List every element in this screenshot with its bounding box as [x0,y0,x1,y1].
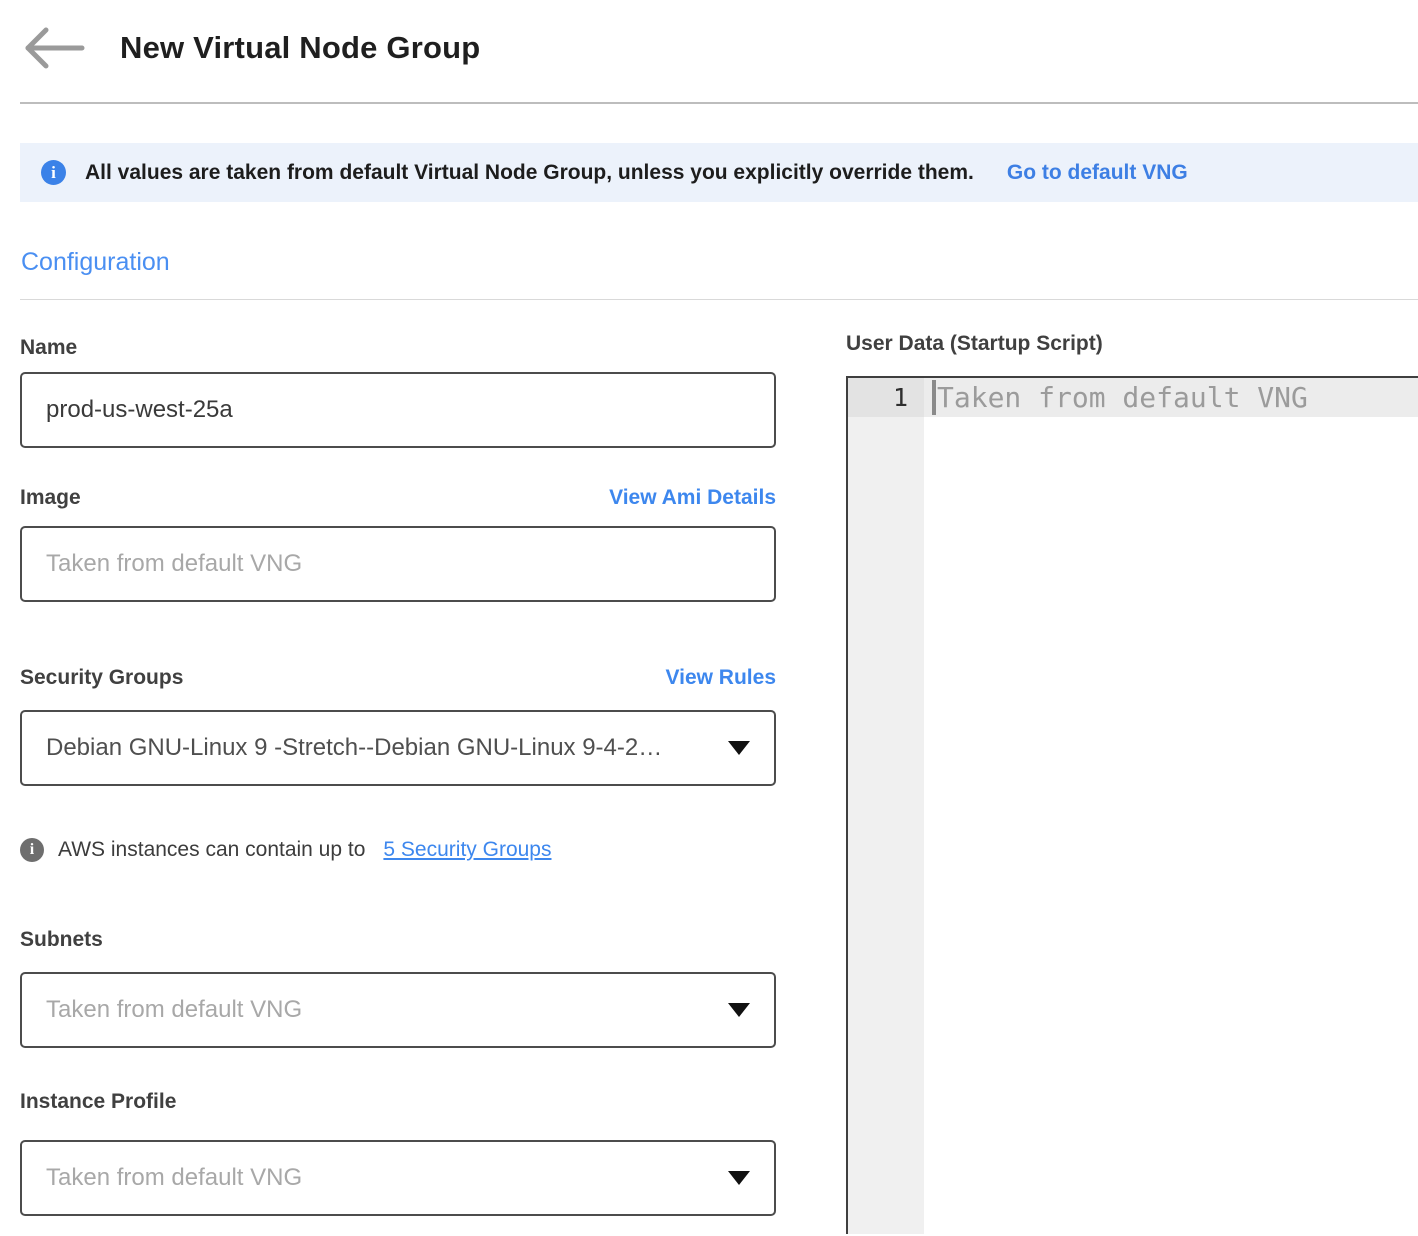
subnets-select[interactable]: Taken from default VNG [20,972,776,1048]
text-cursor [932,380,936,415]
view-ami-details-link[interactable]: View Ami Details [609,486,776,510]
editor-line-number: 1 [848,378,924,417]
editor-placeholder-text: Taken from default VNG [937,381,1308,414]
configuration-section-title: Configuration [21,248,1418,277]
name-label-row: Name [20,336,776,364]
page-header: New Virtual Node Group [0,0,1418,72]
security-groups-select[interactable]: Debian GNU-Linux 9 -Stretch--Debian GNU-… [20,710,776,786]
editor-gutter [848,378,924,1234]
go-to-default-vng-link[interactable]: Go to default VNG [1007,161,1188,185]
subnets-label: Subnets [20,928,103,952]
chevron-down-icon [728,741,750,755]
instance-profile-select[interactable]: Taken from default VNG [20,1140,776,1216]
back-arrow-icon[interactable] [22,27,86,69]
name-input[interactable] [20,372,776,448]
instance-profile-label-row: Instance Profile [20,1090,776,1118]
header-divider [20,102,1418,104]
banner-text: All values are taken from default Virtua… [85,161,974,185]
chevron-down-icon [728,1171,750,1185]
user-data-label: User Data (Startup Script) [846,332,1103,356]
chevron-down-icon [728,1003,750,1017]
security-groups-label-row: Security Groups View Rules [20,666,776,694]
security-groups-note-text: AWS instances can contain up to [58,838,365,862]
configuration-form: Name Image View Ami Details Security Gro… [0,300,1418,1234]
subnets-label-row: Subnets [20,928,776,956]
view-rules-link[interactable]: View Rules [666,666,777,690]
subnets-placeholder: Taken from default VNG [46,996,302,1024]
editor-placeholder-line: Taken from default VNG [932,378,1308,417]
form-left-column: Name Image View Ami Details Security Gro… [20,336,776,1216]
name-label: Name [20,336,77,360]
info-icon: i [41,160,66,185]
info-banner: i All values are taken from default Virt… [20,143,1418,202]
image-label-row: Image View Ami Details [20,486,776,514]
image-input[interactable] [20,526,776,602]
security-groups-note: i AWS instances can contain up to 5 Secu… [20,838,776,862]
image-label: Image [20,486,81,510]
page-title: New Virtual Node Group [120,30,480,66]
info-icon-gray: i [20,838,44,862]
instance-profile-label: Instance Profile [20,1090,176,1114]
instance-profile-placeholder: Taken from default VNG [46,1164,302,1192]
five-security-groups-link[interactable]: 5 Security Groups [383,838,551,862]
security-groups-value: Debian GNU-Linux 9 -Stretch--Debian GNU-… [46,734,662,762]
security-groups-label: Security Groups [20,666,183,690]
user-data-code-editor[interactable]: 1 Taken from default VNG [846,376,1418,1234]
